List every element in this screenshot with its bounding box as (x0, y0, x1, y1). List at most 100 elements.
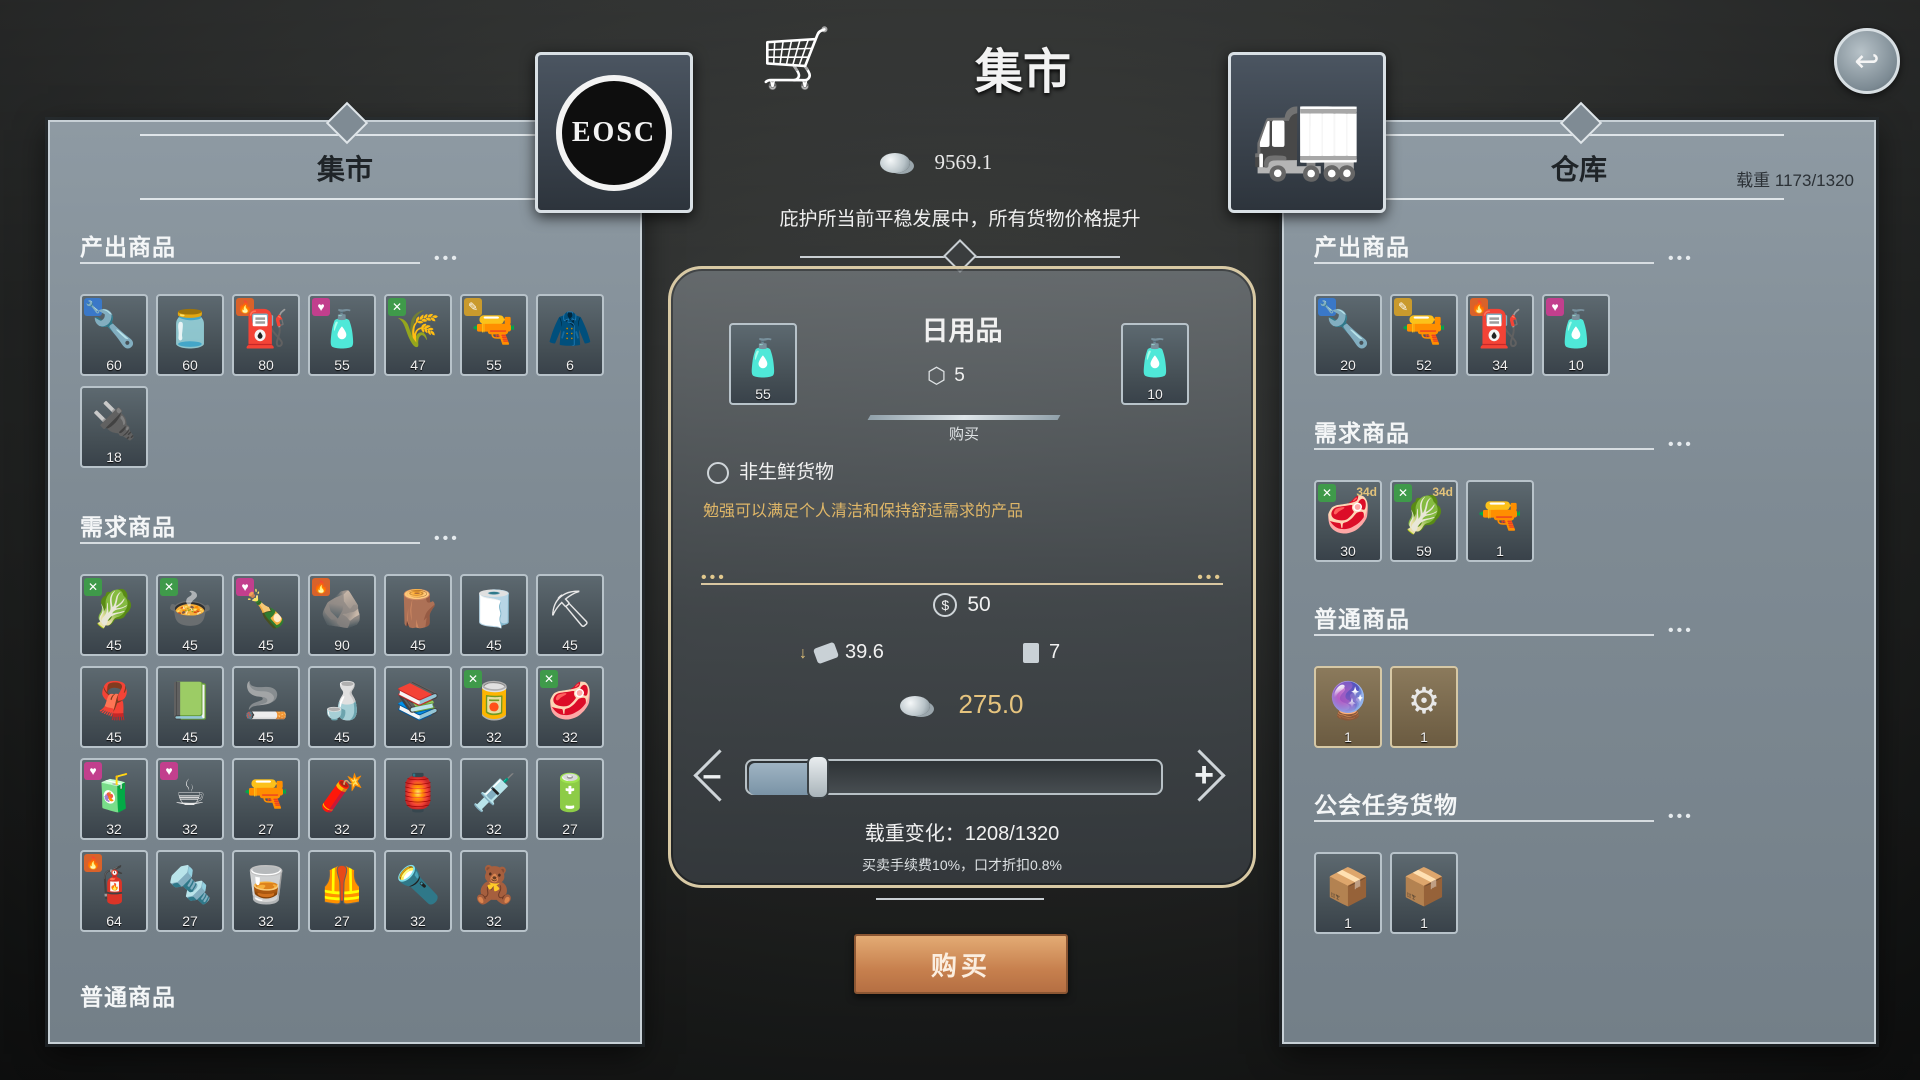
item-slot[interactable]: 🧻 45 (460, 574, 528, 656)
item-slot[interactable]: ✎ 🔫 55 (460, 294, 528, 376)
item-slot[interactable]: ♥ 🍾 45 (232, 574, 300, 656)
item-slot[interactable]: 🔌 18 (80, 386, 148, 468)
item-quantity: 27 (562, 821, 578, 837)
jar-icon: 🫙 (167, 308, 213, 349)
item-quantity: 45 (106, 637, 122, 653)
box-icon: ⬡ (927, 363, 947, 388)
clock-icon (707, 461, 729, 484)
cloth-icon: 🧻 (471, 588, 517, 629)
dollar-icon: $ (933, 593, 958, 618)
section-dots: ••• (1668, 622, 1694, 639)
item-slot[interactable]: 🚬 45 (232, 666, 300, 748)
item-slot[interactable]: 🔥 🧯 64 (80, 850, 148, 932)
item-slot[interactable]: 🔋 27 (536, 758, 604, 840)
item-slot[interactable]: 💉 32 (460, 758, 528, 840)
section-title-produced: 产出商品 (1314, 234, 1410, 260)
item-slot[interactable]: 🔮 1 (1314, 666, 1382, 748)
item-slot[interactable]: 📗 45 (156, 666, 224, 748)
supply-count: 7 (1023, 641, 1060, 664)
item-slot[interactable]: ✕ 🥬 45 (80, 574, 148, 656)
item-slot[interactable]: ✕ 🌾 47 (384, 294, 452, 376)
coin-icon (900, 696, 931, 717)
item-slot[interactable]: 🔩 27 (156, 850, 224, 932)
currency-value: 9569.1 (934, 150, 993, 174)
trade-card: 🧴 55 日用品 🧴 10 ⬡ 5 购买 非生鲜货物 勉强可以满足个人清洁和保持舒… (668, 266, 1256, 888)
item-slot[interactable]: 📚 45 (384, 666, 452, 748)
item-slot[interactable]: 🍶 45 (308, 666, 376, 748)
item-quantity: 32 (334, 821, 350, 837)
item-slot[interactable]: 🧣 45 (80, 666, 148, 748)
buy-mode-tab[interactable]: 购买 (867, 411, 1061, 443)
warehouse-item-slot[interactable]: 🧴 10 (1121, 323, 1189, 405)
item-quantity: 55 (486, 357, 502, 373)
item-quantity: 18 (106, 449, 122, 465)
tea-can-icon: 🧃 (91, 772, 137, 813)
decrease-button[interactable]: – (689, 743, 746, 807)
slider-handle[interactable] (807, 755, 829, 799)
logs-icon: 🪵 (395, 588, 441, 629)
item-slot[interactable]: 📦 1 (1314, 852, 1382, 934)
item-slot[interactable]: 🪵 45 (384, 574, 452, 656)
item-quantity: 1 (1420, 915, 1428, 931)
item-slot[interactable]: 🔥 🪨 90 (308, 574, 376, 656)
quantity-slider[interactable] (745, 755, 1175, 799)
base-price-value: 39.6 (845, 641, 884, 663)
item-slot[interactable]: ✕ 🥫 32 (460, 666, 528, 748)
back-arrow-icon: ↩ (1854, 44, 1880, 78)
item-slot[interactable]: ♥ ☕ 32 (156, 758, 224, 840)
item-slot[interactable]: ✕ 34d 🥩 30 (1314, 480, 1382, 562)
item-slot[interactable]: ✎ 🔫 52 (1390, 294, 1458, 376)
item-quantity: 32 (182, 821, 198, 837)
total-price-value: 275.0 (958, 689, 1024, 719)
dried-food-icon: 🥬 (91, 588, 137, 629)
item-slot[interactable]: ♥ 🧴 10 (1542, 294, 1610, 376)
item-quantity: 45 (486, 637, 502, 653)
item-slot[interactable]: 🔫 1 (1466, 480, 1534, 562)
warehouse-produced-grid: 🔧 🔧 20 ✎ 🔫 52 🔥 ⛽ 34 ♥ 🧴 10 (1314, 294, 1838, 376)
item-slot[interactable]: 🏮 27 (384, 758, 452, 840)
item-slot[interactable]: 🔧 🔧 20 (1314, 294, 1382, 376)
warehouse-panel: 仓库 载重 1173/1320 产出商品 ••• 🔧 🔧 20 ✎ 🔫 52 🔥 ⛽ 34 ♥ 🧴 1… (1282, 101, 1876, 1044)
lamp-device-icon: 🔮 (1325, 680, 1371, 721)
item-slot[interactable]: 🔥 ⛽ 34 (1466, 294, 1534, 376)
item-slot[interactable]: 🧨 32 (308, 758, 376, 840)
item-slot[interactable]: 🧸 32 (460, 850, 528, 932)
item-slot[interactable]: 🥃 32 (232, 850, 300, 932)
fee-note: 买卖手续费10%，口才折扣0.8% (862, 857, 1062, 873)
books-icon: 📚 (395, 680, 441, 721)
item-slot[interactable]: ⛏ 45 (536, 574, 604, 656)
section-divider (80, 542, 420, 544)
item-slot[interactable]: 📦 1 (1390, 852, 1458, 934)
increase-button[interactable]: + (1173, 743, 1227, 807)
item-quantity: 45 (182, 637, 198, 653)
buy-button[interactable]: 购买 (854, 934, 1068, 994)
item-quantity: 1 (1420, 729, 1428, 745)
item-quantity: 20 (1340, 357, 1356, 373)
item-slot[interactable]: 🔥 ⛽ 80 (232, 294, 300, 376)
item-slot[interactable]: 🧥 6 (536, 294, 604, 376)
tab-buy-label: 购买 (948, 426, 979, 443)
item-slot[interactable]: ♥ 🧴 55 (308, 294, 376, 376)
item-slot[interactable]: 🔫 27 (232, 758, 300, 840)
item-slot[interactable]: ♥ 🧃 32 (80, 758, 148, 840)
item-quantity: 27 (182, 913, 198, 929)
item-slot[interactable]: 🔦 32 (384, 850, 452, 932)
doll-icon: 🧸 (471, 864, 517, 905)
item-quantity: 47 (410, 357, 426, 373)
item-slot[interactable]: 🔧 🔧 60 (80, 294, 148, 376)
back-button[interactable]: ↩ (1834, 28, 1900, 94)
weight-change: 载重变化：1208/1320 (864, 823, 1060, 845)
warehouse-demand-grid: ✕ 34d 🥩 30 ✕ 34d 🥬 59 🔫 1 (1314, 480, 1838, 562)
base-price: ↓ 39.6 (799, 641, 884, 664)
item-slot[interactable]: 🧴 10 (1121, 323, 1189, 405)
item-slot[interactable]: 🦺 27 (308, 850, 376, 932)
item-slot[interactable]: ✕ 34d 🥬 59 (1390, 480, 1458, 562)
item-slot[interactable]: ✕ 🍲 45 (156, 574, 224, 656)
item-quantity: 10 (1147, 386, 1163, 402)
vehicle-portrait: 🚛 (1228, 52, 1386, 213)
coin-icon (880, 152, 910, 173)
item-slot[interactable]: ✕ 🥩 32 (536, 666, 604, 748)
section-dots: ••• (434, 250, 460, 267)
item-slot[interactable]: 🫙 60 (156, 294, 224, 376)
item-slot[interactable]: ⚙ 1 (1390, 666, 1458, 748)
